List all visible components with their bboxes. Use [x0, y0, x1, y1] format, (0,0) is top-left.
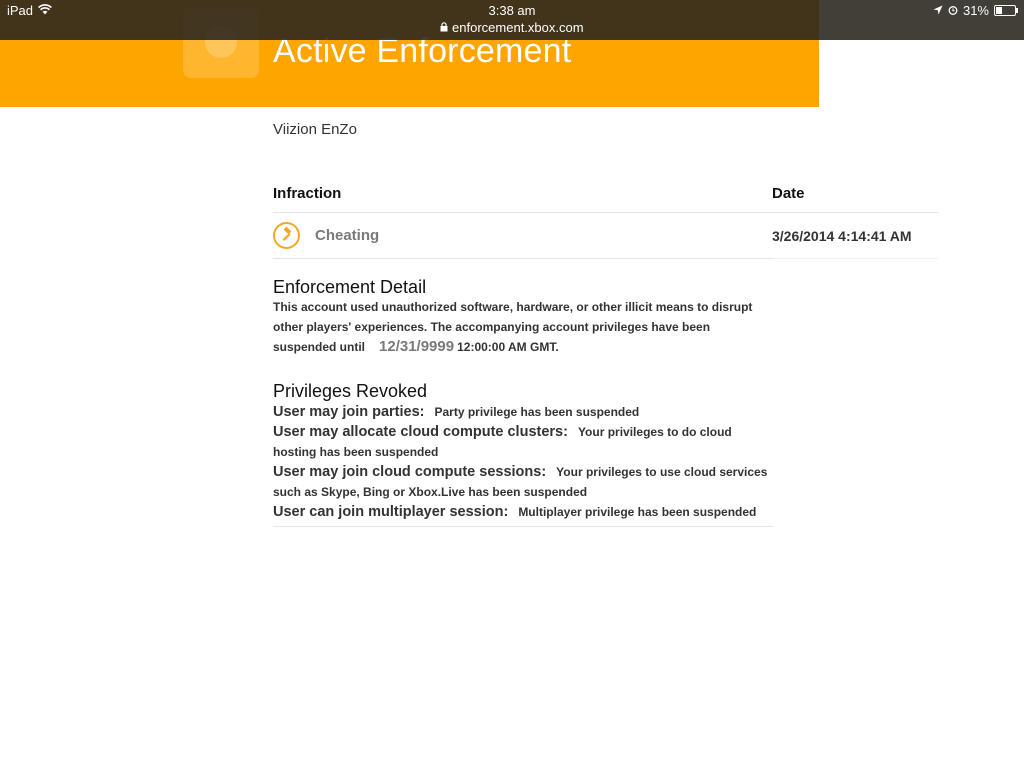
privileges-heading: Privileges Revoked [273, 381, 428, 401]
list-item: User may allocate cloud compute clusters… [273, 422, 773, 462]
enforcement-detail-text: This account used unauthorized software,… [273, 298, 773, 358]
list-item: User may join cloud compute sessions: You… [273, 462, 773, 502]
url-text: enforcement.xbox.com [452, 20, 584, 35]
gamertag: Viizion EnZo [273, 121, 357, 138]
address-bar[interactable]: enforcement.xbox.com [0, 20, 1024, 35]
privileges-list: User may join parties: Party privilege ha… [273, 402, 773, 522]
battery-percent: 31% [962, 3, 989, 18]
privilege-status: Multiplayer privilege has been suspended [518, 505, 757, 519]
lock-icon [440, 20, 452, 35]
list-item: User can join multiplayer session: Multip… [273, 502, 773, 522]
suspension-end-time: 12:00:00 AM GMT. [457, 340, 559, 354]
row-divider-date [772, 258, 938, 259]
location-arrow-icon [933, 3, 943, 18]
infraction-name: Cheating [315, 227, 380, 244]
infraction-date: 3/26/2014 4:14:41 AM [772, 228, 912, 244]
privilege-name: User may allocate cloud compute clusters… [273, 424, 568, 440]
status-bar: iPad 3:38 am enforcement.xbox.com 31% [0, 0, 1024, 40]
privileges-divider [273, 526, 773, 527]
privilege-status: Party privilege has been suspended [434, 405, 640, 419]
clock: 3:38 am [488, 3, 536, 18]
column-header-date: Date [772, 185, 805, 202]
alarm-icon [948, 3, 958, 18]
header-divider [273, 212, 938, 213]
suspension-end-date: 12/31/9999 [379, 338, 455, 355]
enforcement-detail-heading: Enforcement Detail [273, 277, 427, 297]
list-item: User may join parties: Party privilege ha… [273, 402, 773, 422]
column-header-infraction: Infraction [273, 185, 342, 202]
battery-icon [994, 5, 1018, 16]
privilege-name: User can join multiplayer session: [273, 504, 509, 520]
privilege-name: User may join cloud compute sessions: [273, 464, 547, 480]
gavel-icon [273, 222, 300, 249]
row-divider [273, 258, 773, 259]
privilege-name: User may join parties: [273, 404, 425, 420]
